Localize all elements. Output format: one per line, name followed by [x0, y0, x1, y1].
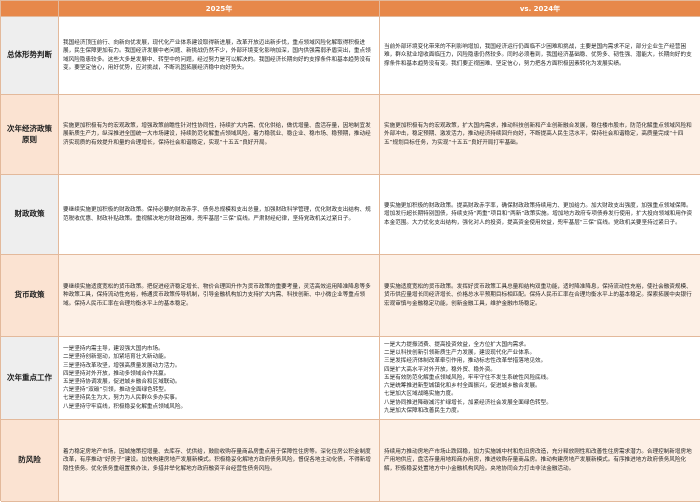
cell-principles-2025: 实施更加积极有为的宏观政策，增强政策前瞻性针对性协同性，持续扩大内需、优化供给，…: [59, 95, 380, 175]
cell-overall-2025: 我国经济顶压前行、向新向优发展，现代化产业体系建设取得新进展，改革开放迈出新步伐…: [59, 17, 380, 95]
cell-fiscal-2025: 要继续实施更加积极的财政政策。保持必要的财政赤字、债务总规模和支出总量，加强财政…: [59, 175, 380, 255]
cell-risk-2024: 持续用力推动房地产市场止跌回稳，加力实施城中村和危旧房改造，充分释放刚性和改善性…: [380, 420, 700, 502]
row-label-fiscal: 财政政策: [1, 175, 59, 255]
cell-key-tasks-2025: 一是坚持内需主导，建设强大国内市场。 二是坚持创新驱动，加紧培育壮大新动能。 三…: [59, 337, 380, 420]
cell-fiscal-2024: 要实施更加积极的财政政策。提高财政赤字率，确保财政政策持续用力、更加给力。加大财…: [380, 175, 700, 255]
cell-principles-2024: 实施更加积极有为的宏观政策，扩大国内需求，推动科技创新和产业创新融合发展，稳住楼…: [380, 95, 700, 175]
row-label-overall: 总体形势判断: [1, 17, 59, 95]
header-corner: [1, 1, 59, 17]
row-label-monetary: 货币政策: [1, 255, 59, 337]
row-label-risk: 防风险: [1, 420, 59, 502]
row-label-principles: 次年经济政策原则: [1, 95, 59, 175]
policy-comparison-table: 2025年 vs. 2024年 总体形势判断 我国经济顶压前行、向新向优发展，现…: [0, 0, 700, 502]
cell-overall-2024: 当前外部环境变化带来的不利影响增加，我国经济运行仍面临不少困难和挑战，主要是国内…: [380, 17, 700, 95]
cell-monetary-2025: 要继续实施适度宽松的货币政策。把促进经济稳定增长、物价合理回升作为货币政策的重要…: [59, 255, 380, 337]
cell-risk-2025: 着力稳定房地产市场，因城施策控增量、去库存、优供给，鼓励收购存量商品房重点用于保…: [59, 420, 380, 502]
header-2024: vs. 2024年: [380, 1, 700, 17]
cell-monetary-2024: 要实施适度宽松的货币政策。发挥好货币政策工具总量和结构双重功能，适时降准降息，保…: [380, 255, 700, 337]
cell-key-tasks-2024: 一是大力提振消费、提高投资效益，全方位扩大国内需求。 二是以科技创新引领新质生产…: [380, 337, 700, 420]
row-label-key-tasks: 次年重点工作: [1, 337, 59, 420]
header-2025: 2025年: [59, 1, 380, 17]
